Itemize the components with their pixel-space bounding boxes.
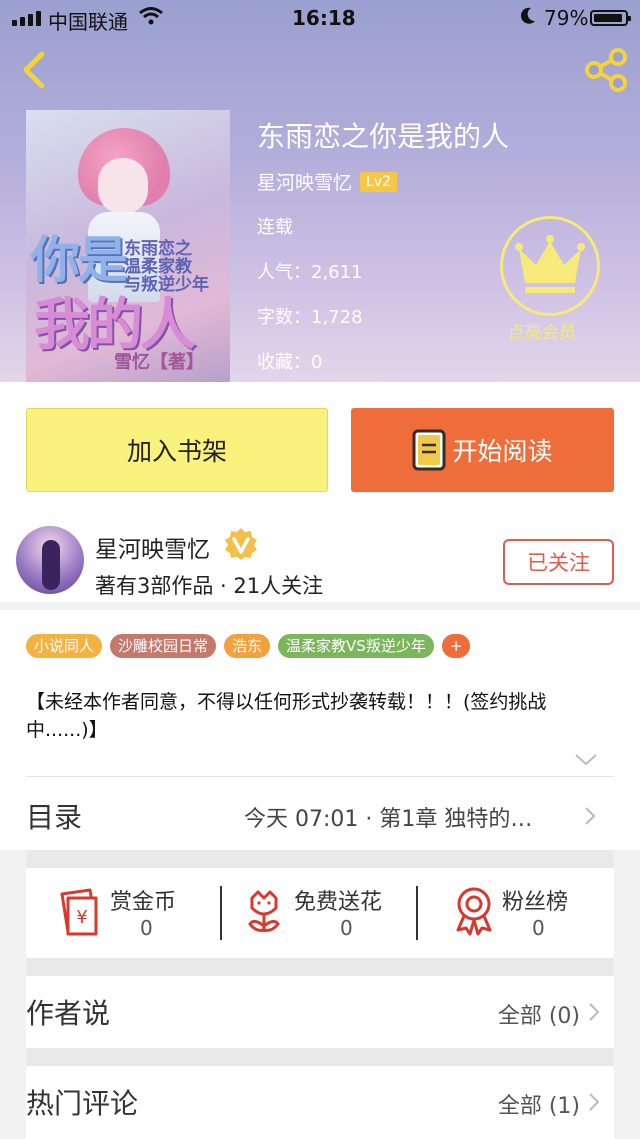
- tag-list: 小说同人 沙雕校园日常 浩东 温柔家教VS叛逆少年 +: [26, 634, 471, 658]
- status-bar: 中国联通 16:18 79%: [0, 0, 640, 36]
- back-arrow-icon[interactable]: [14, 48, 54, 92]
- battery-icon: [590, 10, 631, 26]
- clock: 16:18: [292, 6, 356, 30]
- author-name[interactable]: 星河映雪忆: [257, 168, 352, 195]
- svg-text:¥: ¥: [76, 907, 87, 928]
- author-says-all-link[interactable]: 全部 (0): [498, 998, 580, 1030]
- toc-chevron-icon[interactable]: [584, 806, 596, 826]
- section-gap: [26, 958, 614, 976]
- crown-icon: [515, 235, 585, 293]
- author-card-name[interactable]: 星河映雪忆: [95, 530, 210, 564]
- tag-novel-fanfic[interactable]: 小说同人: [26, 634, 103, 658]
- flower-icon: [248, 890, 280, 932]
- author-line[interactable]: 星河映雪忆 Lv2: [257, 168, 398, 195]
- book-icon: [412, 429, 446, 471]
- author-says-label: 作者说: [26, 997, 111, 1030]
- word-count-stat: 字数：1,728: [257, 307, 363, 328]
- hot-comments-all-link[interactable]: 全部 (1): [498, 1088, 580, 1120]
- book-title: 东雨恋之你是我的人: [257, 120, 510, 153]
- intro-divider: [26, 776, 614, 777]
- serial-status: 连载: [257, 217, 293, 238]
- book-cover[interactable]: 你是 东雨恋之 温柔家教 与叛逆少年 我的人 雪忆【著】: [26, 110, 230, 382]
- signal-icon: [12, 11, 41, 26]
- stat-separator: [416, 886, 418, 940]
- reward-coins-label: 赏金币: [110, 890, 177, 915]
- author-works-count: 著有3部作品 · 21人关注: [95, 574, 324, 598]
- hot-comments-chevron-icon: [588, 1092, 600, 1112]
- hot-comments-row[interactable]: 热门评论 全部 (1): [26, 1066, 614, 1139]
- start-reading-label: 开始阅读: [452, 437, 553, 466]
- verified-badge-icon: [224, 527, 258, 561]
- tag-pairing[interactable]: 浩东: [224, 634, 271, 658]
- author-says-row[interactable]: 作者说 全部 (0): [26, 976, 614, 1048]
- member-button[interactable]: [500, 216, 600, 316]
- add-to-shelf-button[interactable]: 加入书架: [26, 408, 328, 492]
- share-icon[interactable]: [582, 46, 630, 94]
- medal-icon: [456, 887, 492, 936]
- author-says-chevron-icon: [588, 1002, 600, 1022]
- section-gap: [26, 1048, 614, 1066]
- moon-icon: [518, 5, 538, 32]
- toc-label[interactable]: 目录: [26, 796, 82, 836]
- tag-more-button[interactable]: +: [441, 634, 471, 658]
- battery-percent: 79%: [544, 6, 589, 30]
- carrier-name: 中国联通: [48, 10, 128, 34]
- fan-ranking-value: 0: [532, 916, 545, 940]
- free-flowers-value: 0: [340, 916, 353, 940]
- wifi-icon: [138, 6, 164, 31]
- member-label[interactable]: 点亮会员: [508, 318, 576, 343]
- follow-button[interactable]: 已关注: [503, 539, 614, 585]
- book-intro: 【未经本作者同意，不得以任何形式抄袭转载！！！(签约挑战中......)】: [26, 691, 547, 741]
- tag-campus[interactable]: 沙雕校园日常: [110, 634, 217, 658]
- reward-coins-value: 0: [140, 916, 153, 940]
- section-gap: [26, 850, 614, 868]
- fan-ranking-label: 粉丝榜: [502, 890, 569, 915]
- expand-chevron-icon[interactable]: [574, 752, 598, 766]
- level-badge: Lv2: [360, 171, 398, 192]
- hot-comments-label: 热门评论: [26, 1087, 139, 1120]
- tag-tutor-rebel[interactable]: 温柔家教VS叛逆少年: [278, 634, 434, 658]
- start-reading-button[interactable]: 开始阅读: [351, 408, 614, 492]
- free-flowers-button[interactable]: 免费送花 0: [244, 868, 424, 958]
- cover-face: [98, 158, 148, 214]
- popularity-stat: 人气：2,611: [257, 262, 363, 283]
- favorites-stat: 收藏：0: [257, 352, 323, 373]
- author-avatar[interactable]: [16, 526, 84, 594]
- reward-coins-button[interactable]: ¥ 赏金币 0: [56, 868, 226, 958]
- stat-separator: [220, 886, 222, 940]
- red-envelope-icon: ¥: [60, 888, 98, 936]
- latest-chapter[interactable]: 今天 07:01 · 第1章 独特的…: [244, 801, 532, 833]
- free-flowers-label: 免费送花: [294, 890, 383, 915]
- fan-ranking-button[interactable]: 粉丝榜 0: [454, 868, 614, 958]
- support-bar: ¥ 赏金币 0 免费送花 0 粉丝榜 0: [26, 868, 614, 958]
- cover-credit: 雪忆【著】: [114, 352, 204, 373]
